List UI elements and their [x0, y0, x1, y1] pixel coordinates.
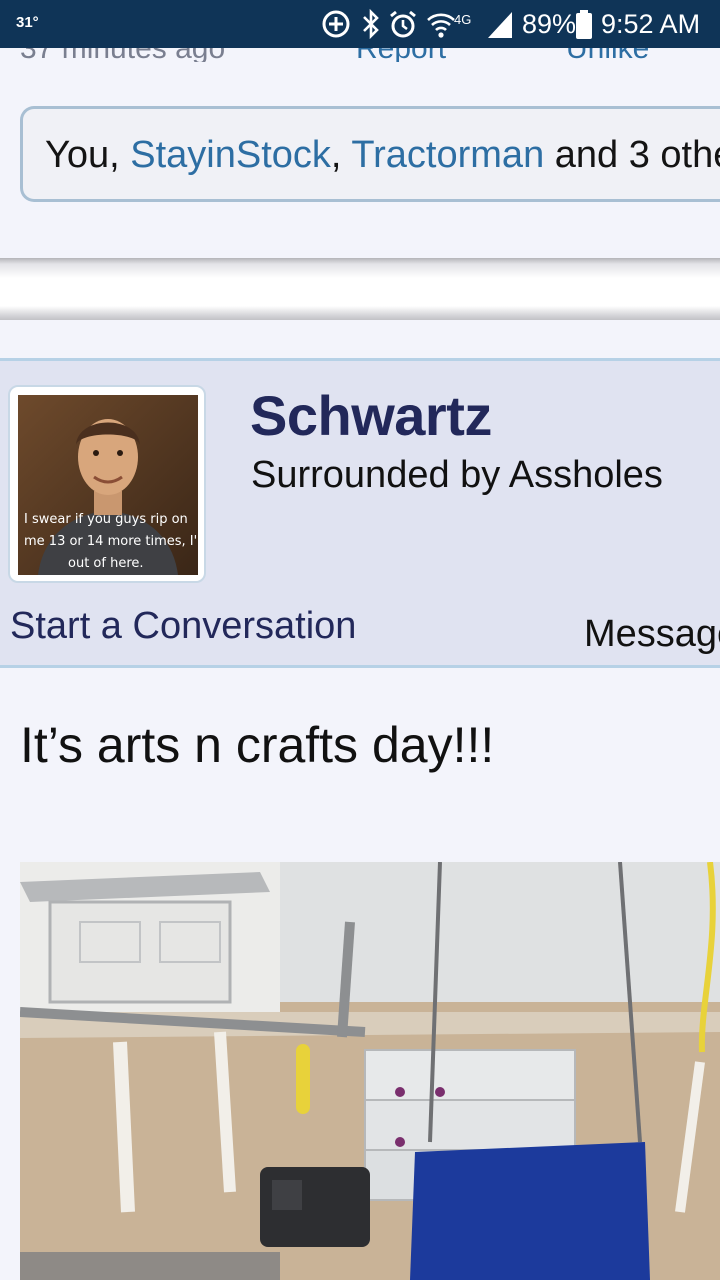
clock-time: 9:52 AM [601, 9, 701, 39]
status-bar: 31° 4G 89% 9:52 AM [0, 0, 720, 48]
message-link[interactable]: Message [584, 613, 720, 656]
likes-summary: You, StayinStock, Tractorman and 3 other… [20, 106, 720, 202]
bluetooth-icon [363, 8, 379, 40]
author-user-title: Surrounded by Assholes [251, 454, 663, 496]
temperature-indicator: 31° [16, 14, 39, 31]
network-4g-icon: 4G [454, 12, 471, 27]
avatar-caption-line: me 13 or 14 more times, I'm [24, 534, 198, 549]
likes-others[interactable]: and 3 others like this. [544, 134, 720, 176]
battery-icon [576, 10, 592, 39]
avatar[interactable]: I swear if you guys rip on me 13 or 14 m… [8, 385, 206, 583]
likes-separator: , [330, 134, 352, 176]
likes-text: You, StayinStock, Tractorman and 3 other… [45, 134, 720, 177]
post-author-block: I swear if you guys rip on me 13 or 14 m… [0, 358, 720, 668]
add-circle-icon [322, 10, 350, 38]
network-type-label: 4G [454, 12, 471, 27]
avatar-caption-line: I swear if you guys rip on [24, 512, 188, 527]
avatar-caption-line: out of here. [68, 556, 144, 571]
post-attached-image[interactable] [20, 862, 720, 1280]
likes-separator: , [109, 134, 131, 176]
wifi-icon [427, 13, 455, 38]
previous-post-controls: 37 minutes ago Report Unlike [0, 48, 720, 62]
avatar-photo: I swear if you guys rip on me 13 or 14 m… [18, 395, 198, 575]
start-conversation-link[interactable]: Start a Conversation [10, 605, 356, 648]
unlike-link[interactable]: Unlike [566, 48, 649, 62]
post-message-text: It’s arts n crafts day!!! [20, 717, 495, 773]
liker-link[interactable]: StayinStock [130, 134, 331, 176]
report-link[interactable]: Report [356, 48, 446, 62]
liker-link[interactable]: Tractorman [351, 134, 544, 176]
avatar-image: I swear if you guys rip on me 13 or 14 m… [18, 395, 198, 575]
likes-you: You [45, 134, 110, 176]
garage-photo [20, 862, 720, 1280]
alarm-icon [390, 10, 416, 38]
author-username[interactable]: Schwartz [250, 383, 492, 448]
battery-percentage: 89% [522, 9, 577, 39]
signal-icon [488, 12, 512, 38]
post-timestamp[interactable]: 37 minutes ago [20, 48, 225, 62]
post-divider [0, 258, 720, 320]
